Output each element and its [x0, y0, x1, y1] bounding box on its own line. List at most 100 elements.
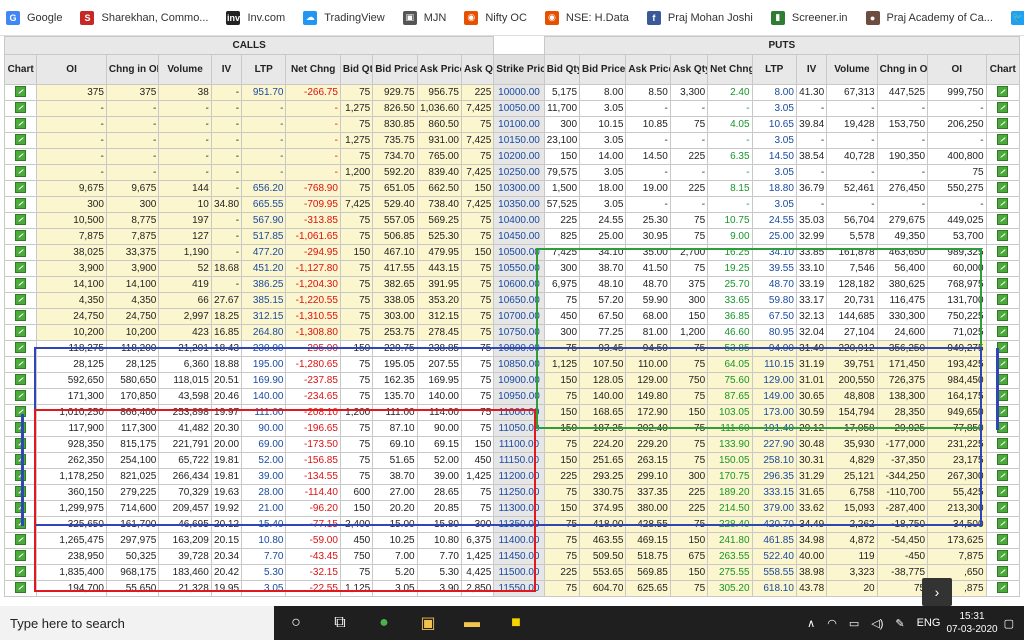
clock[interactable]: 15:31 07-03-2020 [946, 610, 997, 636]
chart-icon[interactable] [15, 310, 27, 322]
task-view-icon[interactable]: ⧉ [318, 606, 362, 640]
column-header[interactable]: Strike Price [493, 54, 545, 85]
put-chart-cell[interactable] [985, 180, 1021, 197]
call-chart-cell[interactable] [3, 100, 38, 117]
chart-icon[interactable] [997, 566, 1009, 578]
call-chart-cell[interactable] [3, 116, 38, 133]
call-chart-cell[interactable] [3, 260, 38, 277]
column-header[interactable]: OI [36, 54, 107, 85]
chart-icon[interactable] [997, 470, 1009, 482]
column-header[interactable]: LTP [751, 54, 797, 85]
chart-icon[interactable] [15, 150, 27, 162]
bookmark-item[interactable]: ☁ TradingView [303, 10, 385, 25]
call-chart-cell[interactable] [3, 196, 38, 213]
bookmark-item[interactable]: S Sharekhan, Commo... [80, 10, 208, 25]
call-chart-cell[interactable] [3, 356, 38, 373]
chevron-up-icon[interactable]: ∧ [807, 617, 815, 630]
call-chart-cell[interactable] [3, 308, 38, 325]
put-chart-cell[interactable] [985, 564, 1021, 581]
chrome-icon[interactable]: ● [362, 606, 406, 640]
pen-icon[interactable]: ✎ [895, 617, 904, 630]
call-chart-cell[interactable] [3, 340, 38, 357]
call-chart-cell[interactable] [3, 212, 38, 229]
bookmark-item[interactable]: G Google [6, 10, 62, 25]
call-chart-cell[interactable] [3, 148, 38, 165]
call-chart-cell[interactable] [3, 292, 38, 309]
put-chart-cell[interactable] [985, 452, 1021, 469]
call-chart-cell[interactable] [3, 276, 38, 293]
chart-icon[interactable] [15, 102, 27, 114]
chart-icon[interactable] [997, 118, 1009, 130]
chart-icon[interactable] [15, 198, 27, 210]
call-chart-cell[interactable] [3, 132, 38, 149]
language-indicator[interactable]: ENG [917, 617, 941, 629]
chart-icon[interactable] [997, 486, 1009, 498]
bookmark-item[interactable]: 🐦MJ Twitter [1010, 10, 1024, 25]
column-header[interactable]: Bid Qty [543, 54, 581, 85]
chart-icon[interactable] [15, 214, 27, 226]
column-header[interactable]: Ask Qty [669, 54, 709, 85]
put-chart-cell[interactable] [985, 308, 1021, 325]
column-header[interactable]: Ask Qty [460, 54, 495, 85]
put-chart-cell[interactable] [985, 132, 1021, 149]
put-chart-cell[interactable] [985, 516, 1021, 533]
chart-icon[interactable] [15, 230, 27, 242]
call-chart-cell[interactable] [3, 324, 38, 341]
bookmark-item[interactable]: ▮ Screener.in [770, 10, 848, 25]
chart-icon[interactable] [15, 246, 27, 258]
chart-icon[interactable] [997, 534, 1009, 546]
put-chart-cell[interactable] [985, 196, 1021, 213]
put-chart-cell[interactable] [985, 148, 1021, 165]
put-chart-cell[interactable] [985, 164, 1021, 181]
chart-icon[interactable] [997, 182, 1009, 194]
put-chart-cell[interactable] [985, 500, 1021, 517]
call-chart-cell[interactable] [3, 388, 38, 405]
put-chart-cell[interactable] [985, 340, 1021, 357]
chart-icon[interactable] [15, 534, 27, 546]
bookmark-item[interactable]: ◉ NSE: H.Data [544, 10, 629, 25]
chart-icon[interactable] [15, 86, 27, 98]
bookmark-item[interactable]: ● Praj Academy of Ca... [865, 10, 993, 25]
put-chart-cell[interactable] [985, 580, 1021, 597]
call-chart-cell[interactable] [3, 372, 38, 389]
put-chart-cell[interactable] [985, 212, 1021, 229]
put-chart-cell[interactable] [985, 404, 1021, 421]
chart-icon[interactable] [15, 374, 27, 386]
column-header[interactable]: Ask Price [416, 54, 462, 85]
put-chart-cell[interactable] [985, 228, 1021, 245]
column-header[interactable]: Chng in OI [876, 54, 929, 85]
chart-icon[interactable] [997, 518, 1009, 530]
taskbar-search-box[interactable]: Type here to search [0, 606, 274, 640]
call-chart-cell[interactable] [3, 580, 38, 597]
put-chart-cell[interactable] [985, 372, 1021, 389]
put-chart-cell[interactable] [985, 484, 1021, 501]
column-header[interactable]: Ask Price [625, 54, 671, 85]
chart-icon[interactable] [997, 438, 1009, 450]
put-chart-cell[interactable] [985, 100, 1021, 117]
chart-icon[interactable] [15, 262, 27, 274]
call-chart-cell[interactable] [3, 564, 38, 581]
chart-icon[interactable] [15, 166, 27, 178]
put-chart-cell[interactable] [985, 244, 1021, 261]
chart-icon[interactable] [997, 102, 1009, 114]
column-header[interactable]: IV [210, 54, 243, 85]
chart-icon[interactable] [997, 326, 1009, 338]
column-header[interactable]: Volume [158, 54, 212, 85]
bookmark-item[interactable]: f Praj Mohan Joshi [646, 10, 753, 25]
chart-icon[interactable] [15, 342, 27, 354]
scroll-arrow-button[interactable]: › [922, 578, 952, 606]
column-header[interactable]: Net Chng [285, 54, 341, 85]
bookmark-item[interactable]: ▣ MJN [402, 10, 446, 25]
column-header[interactable]: IV [795, 54, 828, 85]
file-explorer-icon[interactable]: ▬ [450, 606, 494, 640]
put-chart-cell[interactable] [985, 292, 1021, 309]
call-chart-cell[interactable] [3, 180, 38, 197]
chart-icon[interactable] [997, 582, 1009, 594]
chart-icon[interactable] [15, 390, 27, 402]
volume-icon[interactable]: ◁) [871, 617, 883, 630]
battery-icon[interactable]: ▭ [849, 617, 859, 630]
chart-icon[interactable] [997, 230, 1009, 242]
chart-icon[interactable] [997, 134, 1009, 146]
put-chart-cell[interactable] [985, 84, 1021, 101]
put-chart-cell[interactable] [985, 276, 1021, 293]
